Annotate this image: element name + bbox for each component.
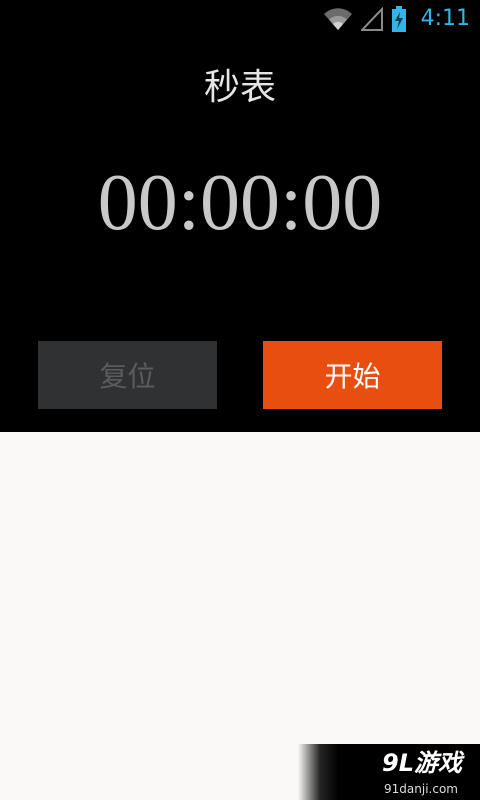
status-time: 4:11: [420, 6, 470, 31]
page-title: 秒表: [203, 67, 276, 108]
start-button[interactable]: 开始: [263, 341, 442, 409]
cell-signal-icon: [359, 6, 383, 31]
stopwatch-panel: 秒表 00:00:00 复位 开始: [0, 38, 480, 432]
watermark-logo: 9L游戏: [382, 749, 462, 777]
watermark-site: 91danji.com: [384, 782, 458, 796]
status-icons: 4:11: [323, 6, 470, 32]
watermark: 9L游戏 91danji.com: [298, 744, 480, 800]
reset-button-label: 复位: [99, 360, 156, 393]
battery-charging-icon: [391, 6, 407, 32]
timer-display: 00:00:00: [97, 159, 383, 247]
reset-button[interactable]: 复位: [38, 341, 217, 409]
status-bar: 4:11: [0, 0, 480, 38]
start-button-label: 开始: [324, 360, 381, 393]
wifi-icon: [323, 7, 353, 31]
